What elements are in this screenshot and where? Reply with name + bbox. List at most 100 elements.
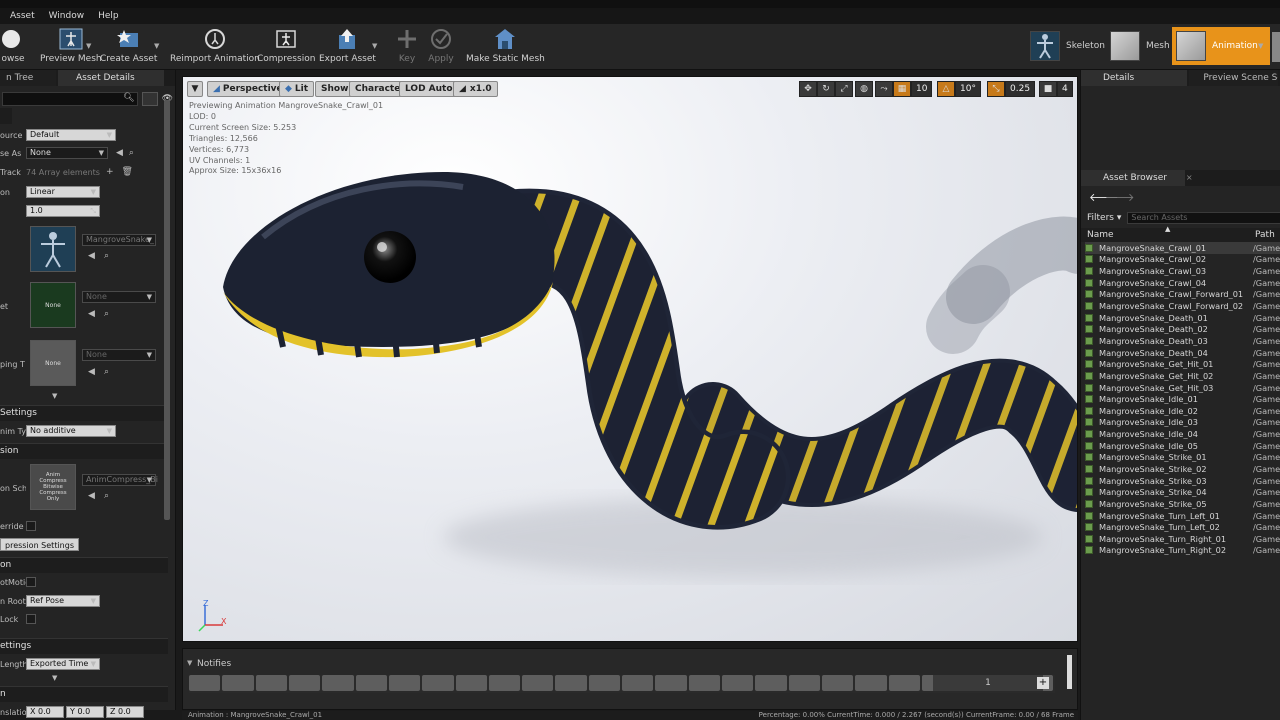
forward-icon[interactable]: 🡒 <box>1105 190 1135 204</box>
mode-mesh[interactable]: Mesh <box>1110 26 1178 66</box>
asset-list-item[interactable]: MangroveSnake_Turn_Left_02/Game <box>1085 521 1280 533</box>
add-element-icon[interactable]: + <box>106 167 114 177</box>
asset-list-item[interactable]: MangroveSnake_Turn_Left_01/Game <box>1085 510 1280 522</box>
search-assets-input[interactable]: Search Assets <box>1127 212 1280 224</box>
timeline-segment[interactable] <box>588 675 621 691</box>
tab-skeleton-tree[interactable]: n Tree <box>0 70 56 86</box>
none-back-icon-2[interactable]: ◀ <box>88 367 95 377</box>
translation-z[interactable]: Z 0.0 <box>106 706 144 718</box>
animation-section-header[interactable] <box>0 108 12 124</box>
transform-header[interactable]: n <box>0 686 168 702</box>
asset-list-item[interactable]: MangroveSnake_Death_03/Game <box>1085 335 1280 347</box>
asset-list-item[interactable]: MangroveSnake_Idle_02/Game <box>1085 405 1280 417</box>
timeline-segment[interactable] <box>488 675 521 691</box>
skeleton-asset-combo[interactable]: MangroveSnake_ ▼ <box>82 234 156 246</box>
back-arrow-icon[interactable]: ◀ <box>116 148 123 158</box>
export-asset-dropdown-icon[interactable]: ▼ <box>372 42 377 50</box>
none-combo-2[interactable]: None ▼ <box>82 349 156 361</box>
add-track-button[interactable]: + <box>1037 677 1049 689</box>
create-asset-dropdown-icon[interactable]: ▼ <box>154 42 159 50</box>
source-combo[interactable]: Default ▼ <box>26 129 116 141</box>
none-search-icon-2[interactable]: ⌕ <box>104 367 109 377</box>
import-settings-header[interactable]: ettings <box>0 638 168 654</box>
asset-list-item[interactable]: MangroveSnake_Death_04/Game <box>1085 347 1280 359</box>
grid-view-icon[interactable] <box>141 92 158 106</box>
asset-list-item[interactable]: MangroveSnake_Crawl_03/Game <box>1085 265 1280 277</box>
timeline-segment[interactable] <box>388 675 421 691</box>
export-asset-button[interactable]: Export Asset <box>319 26 376 68</box>
timeline-segment[interactable] <box>888 675 920 691</box>
expand-arrow-icon-2[interactable]: ▼ <box>52 674 57 682</box>
root-lock-combo[interactable]: Ref Pose ▼ <box>26 595 100 607</box>
key-button[interactable]: Key <box>394 26 420 68</box>
none-back-icon-1[interactable]: ◀ <box>88 309 95 319</box>
tab-asset-details[interactable]: Asset Details <box>58 70 164 86</box>
use-as-combo[interactable]: None ▼ <box>26 147 108 159</box>
asset-list-item[interactable]: MangroveSnake_Strike_02/Game <box>1085 463 1280 475</box>
asset-list-item[interactable]: MangroveSnake_Turn_Right_01/Game <box>1085 533 1280 545</box>
asset-list-item[interactable]: MangroveSnake_Crawl_04/Game <box>1085 277 1280 289</box>
none-combo-1[interactable]: None ▼ <box>82 291 156 303</box>
asset-list-item[interactable]: MangroveSnake_Turn_Right_02/Game <box>1085 545 1280 557</box>
menu-help[interactable]: Help <box>98 11 119 21</box>
tab-details[interactable]: Details <box>1081 70 1188 86</box>
skeleton-asset-thumbnail[interactable] <box>30 226 76 272</box>
column-path[interactable]: Path <box>1255 230 1275 240</box>
asset-list-item[interactable]: MangroveSnake_Strike_01/Game <box>1085 452 1280 464</box>
timeline-segment[interactable] <box>655 675 687 691</box>
compress-combo[interactable]: AnimCompress_Bi ▼ <box>82 474 158 486</box>
rate-input[interactable]: 1.0 ⤡ <box>26 205 100 217</box>
translation-x[interactable]: X 0.0 <box>26 706 64 718</box>
left-panel-scrollbar[interactable] <box>164 100 170 520</box>
timeline-segment[interactable] <box>322 675 354 691</box>
compression-settings-button[interactable]: pression Settings <box>0 538 79 551</box>
mode-skeleton[interactable]: Skeleton <box>1030 26 1113 66</box>
skeleton-search-icon[interactable]: ⌕ <box>104 251 109 261</box>
asset-list-item[interactable]: MangroveSnake_Strike_04/Game <box>1085 486 1280 498</box>
none-search-icon-1[interactable]: ⌕ <box>104 309 109 319</box>
preview-mesh-dropdown-icon[interactable]: ▼ <box>86 42 91 50</box>
asset-list-item[interactable]: MangroveSnake_Get_Hit_01/Game <box>1085 358 1280 370</box>
asset-list-item[interactable]: MangroveSnake_Crawl_01/Game <box>1085 242 1280 254</box>
menu-asset[interactable]: Asset <box>10 11 35 21</box>
tab-preview-scene-settings[interactable]: Preview Scene Se <box>1189 70 1278 86</box>
lock-checkbox[interactable] <box>26 614 36 624</box>
collapse-arrow-icon[interactable]: ▼ <box>187 659 192 667</box>
preview-mesh-button[interactable]: Preview Mesh <box>40 26 102 68</box>
browse-search-icon[interactable]: ⌕ <box>129 148 134 158</box>
browse-button[interactable]: owse <box>0 26 26 68</box>
timeline-segment[interactable] <box>355 675 387 691</box>
asset-list-item[interactable]: MangroveSnake_Idle_01/Game <box>1085 393 1280 405</box>
mode-animation[interactable]: Animation <box>1172 27 1270 65</box>
compress-search-icon[interactable]: ⌕ <box>104 491 109 501</box>
asset-list-item[interactable]: MangroveSnake_Idle_05/Game <box>1085 440 1280 452</box>
asset-list-item[interactable]: MangroveSnake_Crawl_Forward_02/Game <box>1085 300 1280 312</box>
extra-mode-thumbnail[interactable] <box>1272 32 1280 62</box>
create-asset-button[interactable]: Create Asset <box>100 26 157 68</box>
menu-window[interactable]: Window <box>49 11 85 21</box>
override-checkbox[interactable] <box>26 521 36 531</box>
asset-list-item[interactable]: MangroveSnake_Strike_05/Game <box>1085 498 1280 510</box>
timeline-segment[interactable] <box>222 675 254 691</box>
asset-list-item[interactable]: MangroveSnake_Death_02/Game <box>1085 323 1280 335</box>
timeline-segment[interactable] <box>422 675 454 691</box>
none-thumbnail-2[interactable]: None <box>30 340 76 386</box>
root-motion-checkbox[interactable] <box>26 577 36 587</box>
compression-button[interactable]: Compression <box>257 26 315 68</box>
animation-dropdown-icon[interactable]: ▼ <box>1258 42 1263 50</box>
anim-type-combo[interactable]: No additive ▼ <box>26 425 116 437</box>
asset-list-item[interactable]: MangroveSnake_Strike_03/Game <box>1085 475 1280 487</box>
close-icon[interactable]: × <box>1186 173 1193 182</box>
timeline-segment[interactable] <box>255 675 287 691</box>
additive-settings-header[interactable]: Settings <box>0 405 168 421</box>
apply-button[interactable]: Apply <box>428 26 454 68</box>
compress-back-icon[interactable]: ◀ <box>88 491 95 501</box>
timeline-segment[interactable] <box>788 675 820 691</box>
asset-list-item[interactable]: MangroveSnake_Get_Hit_03/Game <box>1085 382 1280 394</box>
reimport-animation-button[interactable]: Reimport Animation <box>170 26 260 68</box>
timeline-segment[interactable] <box>688 675 720 691</box>
timeline-segment[interactable] <box>622 675 654 691</box>
compression-header[interactable]: sion <box>0 443 168 459</box>
viewport[interactable]: ▼ ◢ Perspective ◆ Lit Show Character LOD A… <box>182 76 1078 642</box>
timeline-segment[interactable] <box>189 675 221 691</box>
